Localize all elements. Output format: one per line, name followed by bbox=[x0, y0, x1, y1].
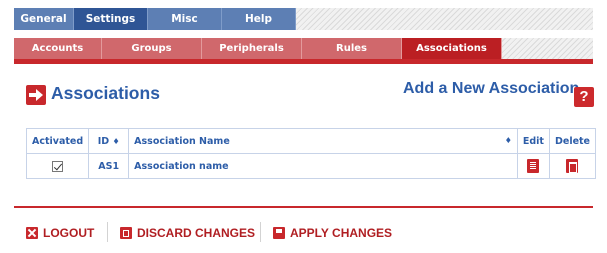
subtab-associations[interactable]: Associations bbox=[402, 38, 502, 59]
sub-tab-bar: Accounts Groups Peripherals Rules Associ… bbox=[14, 38, 593, 59]
col-edit: Edit bbox=[516, 128, 550, 154]
tab-general[interactable]: General bbox=[14, 8, 74, 30]
col-activated: Activated bbox=[25, 128, 90, 154]
apply-changes-button[interactable]: APPLY CHANGES bbox=[273, 225, 392, 241]
id-cell: AS1 bbox=[88, 153, 130, 179]
trash-icon[interactable] bbox=[566, 159, 579, 173]
logout-label: LOGOUT bbox=[43, 226, 95, 240]
col-id-label: ID bbox=[97, 135, 110, 147]
tab-misc[interactable]: Misc bbox=[148, 8, 222, 30]
subtab-groups[interactable]: Groups bbox=[102, 38, 202, 59]
sort-icon[interactable]: ♦ bbox=[505, 136, 512, 145]
tab-settings[interactable]: Settings bbox=[74, 8, 148, 30]
footer-divider bbox=[14, 206, 593, 208]
col-delete-label: Delete bbox=[554, 135, 590, 147]
discard-label: DISCARD CHANGES bbox=[137, 226, 256, 240]
footer-separator bbox=[107, 222, 108, 242]
edit-icon[interactable] bbox=[527, 159, 540, 173]
help-icon[interactable]: ? bbox=[574, 87, 594, 107]
top-tab-bar: General Settings Misc Help bbox=[14, 8, 593, 30]
edit-cell bbox=[516, 153, 550, 179]
discard-icon bbox=[120, 227, 132, 239]
close-icon bbox=[26, 227, 38, 239]
associations-table: Activated ID ♦ Association Name ♦ Edit De… bbox=[25, 128, 597, 179]
logout-button[interactable]: LOGOUT bbox=[26, 225, 94, 241]
subtab-rules[interactable]: Rules bbox=[302, 38, 402, 59]
table-row: AS1 Association name bbox=[25, 153, 597, 179]
page-title: Associations bbox=[51, 83, 160, 103]
apply-label: APPLY CHANGES bbox=[290, 226, 393, 240]
subtab-accounts[interactable]: Accounts bbox=[14, 38, 102, 59]
delete-cell bbox=[548, 153, 597, 179]
tab-underline bbox=[14, 59, 593, 64]
col-id[interactable]: ID ♦ bbox=[88, 128, 130, 154]
subtab-peripherals[interactable]: Peripherals bbox=[202, 38, 302, 59]
col-delete: Delete bbox=[548, 128, 597, 154]
name-cell: Association name bbox=[128, 153, 518, 179]
col-association-name[interactable]: Association Name ♦ bbox=[128, 128, 518, 154]
arrow-right-icon bbox=[26, 85, 46, 105]
table-header-row: Activated ID ♦ Association Name ♦ Edit De… bbox=[25, 128, 597, 154]
col-edit-label: Edit bbox=[522, 135, 544, 147]
save-icon bbox=[273, 227, 285, 239]
activated-cell bbox=[25, 153, 90, 179]
col-activated-label: Activated bbox=[32, 135, 84, 147]
add-association-link[interactable]: Add a New Association bbox=[403, 80, 579, 98]
sort-icon[interactable]: ♦ bbox=[112, 137, 119, 146]
col-name-label: Association Name bbox=[134, 135, 230, 147]
footer-separator bbox=[260, 222, 261, 242]
tab-help[interactable]: Help bbox=[222, 8, 296, 30]
activated-checkbox[interactable] bbox=[52, 160, 64, 172]
discard-changes-button[interactable]: DISCARD CHANGES bbox=[120, 225, 255, 241]
